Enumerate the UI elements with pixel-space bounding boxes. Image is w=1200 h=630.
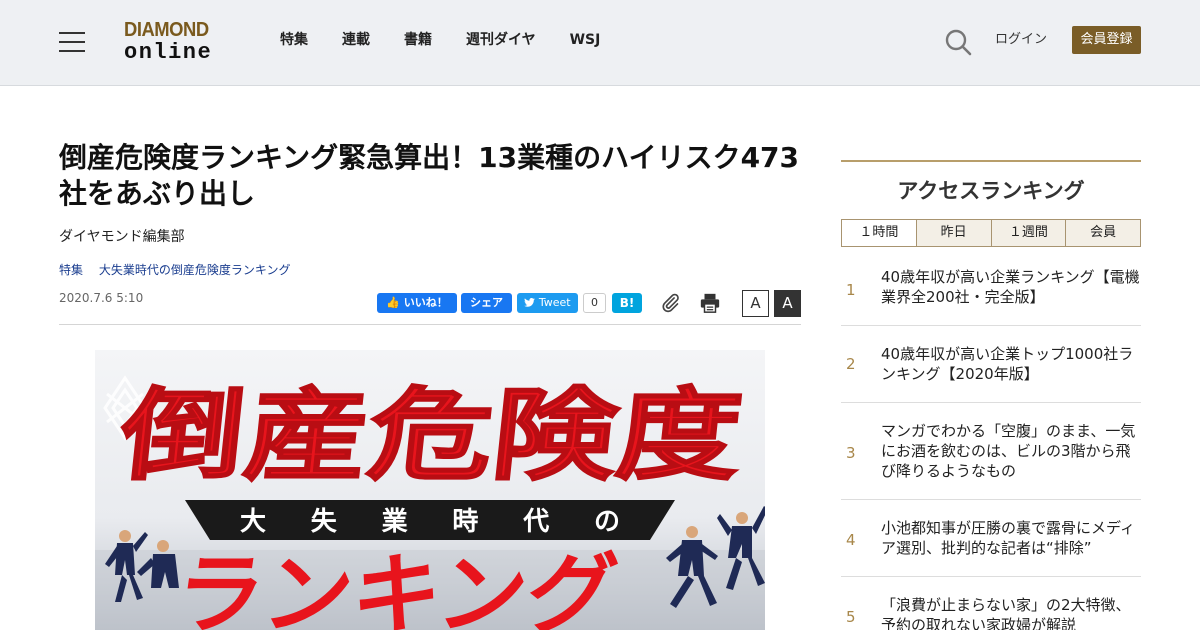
font-size-large-button[interactable]: A — [774, 290, 801, 317]
ranking-title: 40歳年収が高い企業ランキング【電機業界全200社・完全版】 — [881, 268, 1140, 306]
article-title: 倒産危険度ランキング緊急算出！13業種のハイリスク473社をあぶり出し — [59, 141, 800, 210]
facebook-like-label: いいね！ — [403, 296, 448, 309]
article-date: 2020.7.6 5:10 — [59, 291, 144, 305]
paperclip-icon[interactable] — [659, 292, 681, 314]
tab-members[interactable]: 会員 — [1065, 220, 1140, 246]
hamburger-line — [59, 41, 85, 43]
nav-item-rensai[interactable]: 連載 — [342, 30, 370, 50]
signup-button[interactable]: 会員登録 — [1072, 26, 1141, 54]
nav-item-tokushu[interactable]: 特集 — [280, 30, 308, 50]
ranking-number: 2 — [846, 355, 856, 373]
ranking-number: 5 — [846, 608, 856, 626]
category-link-series[interactable]: 大失業時代の倒産危険度ランキング — [99, 263, 291, 277]
ranking-title: マンガでわかる「空腹」のまま、一気にお酒を飲むのは、ビルの3階から飛び降りるよう… — [881, 422, 1136, 480]
twitter-tweet-button[interactable]: Tweet — [517, 293, 578, 313]
hero-image: 倒産危険度 大失業時代の ランキング — [95, 350, 765, 630]
nav-item-wsj[interactable]: WSJ — [570, 30, 601, 50]
ranking-top-rule — [841, 160, 1141, 162]
ranking-list: 1 40歳年収が高い企業ランキング【電機業界全200社・完全版】 2 40歳年収… — [841, 257, 1141, 630]
logo-online: online — [124, 40, 213, 65]
logo-diamond: DIAMOND — [124, 19, 209, 41]
ranking-item[interactable]: 4 小池都知事が圧勝の裏で露骨にメディア選別、批判的な記者は“排除” — [841, 500, 1141, 577]
search-icon[interactable] — [944, 28, 972, 56]
tab-yesterday[interactable]: 昨日 — [915, 220, 991, 246]
hamburger-line — [59, 50, 85, 52]
facebook-share-button[interactable]: シェア — [461, 293, 512, 313]
main-nav: 特集 連載 書籍 週刊ダイヤ WSJ — [280, 30, 634, 50]
ranking-item[interactable]: 3 マンガでわかる「空腹」のまま、一気にお酒を飲むのは、ビルの3階から飛び降りる… — [841, 403, 1141, 500]
article-author[interactable]: ダイヤモンド編集部 — [59, 228, 185, 246]
tweet-count: 0 — [583, 293, 606, 313]
site-header: DIAMOND online 特集 連載 書籍 週刊ダイヤ WSJ ログイン 会… — [0, 0, 1200, 86]
printer-icon[interactable] — [699, 292, 721, 314]
thumbs-up-icon: 👍 — [386, 296, 400, 309]
tab-1-week[interactable]: １週間 — [990, 220, 1066, 246]
ranking-item[interactable]: 2 40歳年収が高い企業トップ1000社ランキング【2020年版】 — [841, 326, 1141, 403]
ranking-item[interactable]: 1 40歳年収が高い企業ランキング【電機業界全200社・完全版】 — [841, 257, 1141, 326]
ranking-title: 「浪費が止まらない家」の2大特徴、予約の取れない家政婦が解説 — [881, 596, 1131, 630]
facebook-like-button[interactable]: 👍 いいね！ — [377, 293, 457, 313]
ranking-number: 4 — [846, 531, 856, 549]
hamburger-line — [59, 32, 85, 34]
twitter-tweet-label: Tweet — [538, 296, 571, 309]
ranking-title: 40歳年収が高い企業トップ1000社ランキング【2020年版】 — [881, 345, 1134, 383]
hero-subheadline: ランキング — [168, 543, 622, 630]
ranking-number: 1 — [846, 281, 856, 299]
site-logo[interactable]: DIAMOND online — [124, 19, 228, 67]
ranking-heading: アクセスランキング — [897, 179, 1085, 203]
nav-item-shoseki[interactable]: 書籍 — [404, 30, 432, 50]
twitter-bird-icon — [524, 296, 539, 309]
hatena-bookmark-button[interactable]: B! — [612, 293, 642, 313]
nav-item-weekly-diamond[interactable]: 週刊ダイヤ — [466, 30, 536, 50]
ranking-title: 小池都知事が圧勝の裏で露骨にメディア選別、批判的な記者は“排除” — [881, 519, 1135, 557]
tab-1-hour[interactable]: １時間 — [842, 220, 916, 246]
ranking-tabs: １時間 昨日 １週間 会員 — [841, 219, 1141, 247]
hero-headline: 倒産危険度 — [114, 377, 748, 494]
article-categories: 特集 大失業時代の倒産危険度ランキング — [59, 262, 303, 278]
ranking-number: 3 — [846, 444, 856, 462]
category-link-tokushu[interactable]: 特集 — [59, 263, 83, 277]
font-size-small-button[interactable]: A — [742, 290, 769, 317]
article-divider — [59, 324, 801, 325]
login-link[interactable]: ログイン — [995, 31, 1047, 49]
hamburger-icon[interactable] — [59, 32, 85, 52]
ranking-item[interactable]: 5 「浪費が止まらない家」の2大特徴、予約の取れない家政婦が解説 — [841, 577, 1141, 630]
